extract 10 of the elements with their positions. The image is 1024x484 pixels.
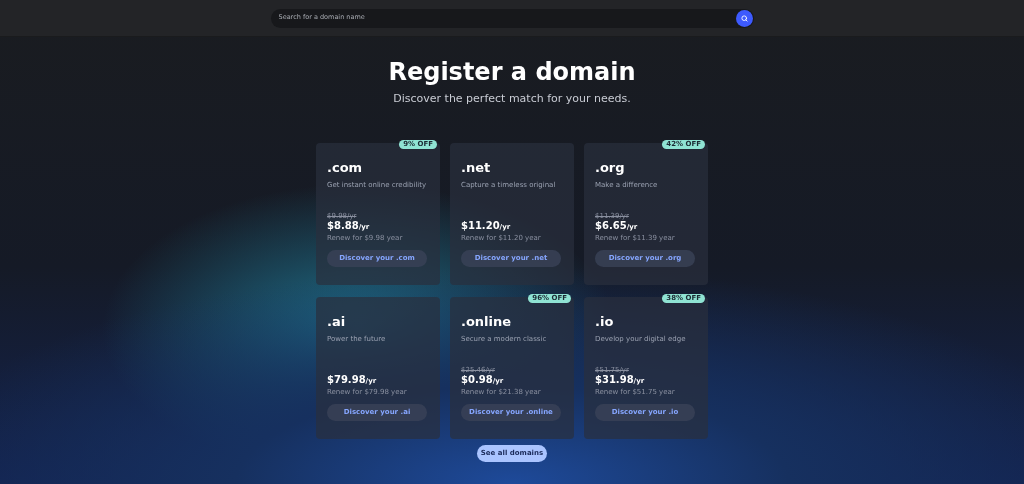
domain-extension: .online	[461, 314, 513, 330]
page-subtitle: Discover the perfect match for your needs.	[392, 91, 632, 107]
domain-extension: .net	[461, 160, 492, 176]
domain-extension: .io	[595, 314, 615, 330]
domain-extension: .ai	[327, 314, 347, 330]
search-icon	[740, 14, 748, 22]
page-title: Register a domain	[387, 57, 637, 87]
domain-extension: .org	[595, 160, 626, 176]
domain-extension: .com	[327, 160, 364, 176]
search-button[interactable]	[735, 9, 753, 27]
